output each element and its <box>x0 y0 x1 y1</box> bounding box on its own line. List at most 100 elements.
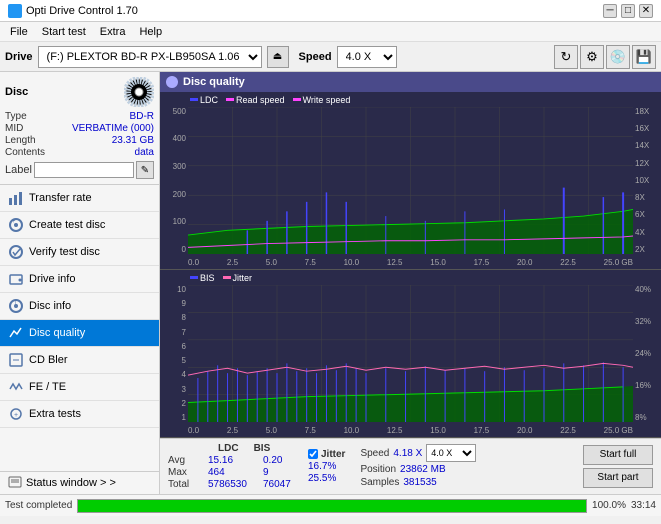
minimize-button[interactable]: ─ <box>603 4 617 18</box>
ldc-label: LDC <box>200 95 218 105</box>
write-speed-dot <box>293 98 301 101</box>
jitter-avg: 16.7% <box>308 461 345 472</box>
bis-label: BIS <box>200 273 215 283</box>
save-button[interactable]: 💾 <box>632 45 656 69</box>
mid-value: VERBATIMe (000) <box>72 123 154 134</box>
menu-help[interactable]: Help <box>133 25 168 39</box>
label-input[interactable] <box>34 162 134 178</box>
content-area: Disc quality LDC Read speed Write speed <box>160 72 661 494</box>
ldc-header: LDC <box>218 443 239 454</box>
maximize-button[interactable]: □ <box>621 4 635 18</box>
settings-button[interactable]: ⚙ <box>580 45 604 69</box>
jitter-legend: Jitter <box>223 273 253 283</box>
jitter-checkbox[interactable] <box>308 449 318 459</box>
chart-icon <box>8 190 24 206</box>
menu-start-test[interactable]: Start test <box>36 25 92 39</box>
read-speed-label: Read speed <box>236 95 285 105</box>
action-buttons: Start full Start part <box>583 445 653 488</box>
jitter-dot <box>223 276 231 279</box>
top-chart-y-right: 18X 16X 14X 12X 10X 8X 6X 4X 2X <box>633 107 661 254</box>
ldc-legend: LDC <box>190 95 218 105</box>
progress-time: 33:14 <box>631 500 656 511</box>
create-disc-icon: + <box>8 217 24 233</box>
samples-label: Samples <box>360 477 399 488</box>
jitter-header-row: Jitter <box>308 449 345 460</box>
label-edit-button[interactable]: ✎ <box>136 161 154 179</box>
sidebar: Disc Type BD-R MID VERBATIMe (000) Lengt… <box>0 72 160 494</box>
titlebar-controls: ─ □ ✕ <box>603 4 653 18</box>
nav-label-create: Create test disc <box>29 219 105 231</box>
disc-title: Disc <box>5 86 28 98</box>
close-button[interactable]: ✕ <box>639 4 653 18</box>
total-bis: 76047 <box>263 479 293 490</box>
eject-button[interactable]: ⏏ <box>267 46 289 68</box>
disc-svg-icon <box>124 77 154 107</box>
speed-value: 4.18 X <box>393 448 422 459</box>
top-chart-area: LDC Read speed Write speed 500 400 300 2… <box>160 92 661 270</box>
bler-icon <box>8 352 24 368</box>
speed-label: Speed <box>360 448 389 459</box>
status-window-icon <box>8 476 22 490</box>
nav-label-cd-bler: CD Bler <box>29 354 68 366</box>
write-speed-legend: Write speed <box>293 95 351 105</box>
sidebar-item-disc-info[interactable]: i Disc info <box>0 293 159 320</box>
ldc-dot <box>190 98 198 101</box>
bottom-chart-svg <box>188 285 633 422</box>
position-value: 23862 MB <box>400 464 446 475</box>
speed-select-stats[interactable]: 4.0 X <box>426 444 476 462</box>
sidebar-item-cd-bler[interactable]: CD Bler <box>0 347 159 374</box>
refresh-button[interactable]: ↻ <box>554 45 578 69</box>
max-ldc: 464 <box>208 467 258 478</box>
top-chart-y-left: 500 400 300 200 100 0 <box>160 107 188 254</box>
disc-type-row: Type BD-R <box>5 111 154 122</box>
menubar: File Start test Extra Help <box>0 22 661 42</box>
sidebar-item-verify[interactable]: Verify test disc <box>0 239 159 266</box>
bis-legend: BIS <box>190 273 215 283</box>
sidebar-item-extra[interactable]: + Extra tests <box>0 401 159 428</box>
disc-header: Disc <box>5 77 154 107</box>
sidebar-item-fe-te[interactable]: FE / TE <box>0 374 159 401</box>
start-part-button[interactable]: Start part <box>583 468 653 488</box>
drivebar: Drive (F:) PLEXTOR BD-R PX-LB950SA 1.06 … <box>0 42 661 72</box>
titlebar: Opti Drive Control 1.70 ─ □ ✕ <box>0 0 661 22</box>
sidebar-item-create-test[interactable]: + Create test disc <box>0 212 159 239</box>
nav-label-drive-info: Drive info <box>29 273 75 285</box>
stats-bar: LDC BIS Avg 15.16 0.20 Max 464 9 Total 5… <box>160 438 661 494</box>
sidebar-item-disc-quality[interactable]: Disc quality <box>0 320 159 347</box>
quality-icon <box>8 325 24 341</box>
avg-bis: 0.20 <box>263 455 293 466</box>
avg-ldc: 15.16 <box>208 455 258 466</box>
speed-row: Speed 4.18 X 4.0 X <box>360 444 476 462</box>
read-speed-dot <box>226 98 234 101</box>
avg-row: Avg 15.16 0.20 <box>168 455 293 466</box>
length-label: Length <box>5 135 36 146</box>
mid-label: MID <box>5 123 23 134</box>
speed-select[interactable]: 4.0 X <box>337 46 397 68</box>
nav-label-transfer: Transfer rate <box>29 192 92 204</box>
drive-select[interactable]: (F:) PLEXTOR BD-R PX-LB950SA 1.06 <box>38 46 262 68</box>
sidebar-item-transfer-rate[interactable]: Transfer rate <box>0 185 159 212</box>
bis-header: BIS <box>254 443 271 454</box>
nav-label-verify: Verify test disc <box>29 246 100 258</box>
type-value: BD-R <box>130 111 154 122</box>
progress-bar-container <box>77 499 587 513</box>
menu-extra[interactable]: Extra <box>94 25 132 39</box>
top-chart-svg <box>188 107 633 254</box>
toolbar-buttons: ↻ ⚙ 💿 💾 <box>554 45 656 69</box>
burn-button[interactable]: 💿 <box>606 45 630 69</box>
progress-bar-fill <box>78 500 586 512</box>
disc-label-row: Label ✎ <box>5 161 154 179</box>
app-title: Opti Drive Control 1.70 <box>26 5 138 17</box>
svg-text:+: + <box>14 412 18 419</box>
stats-speed-pos: Speed 4.18 X 4.0 X Position 23862 MB Sam… <box>360 444 476 488</box>
extra-icon: + <box>8 406 24 422</box>
menu-file[interactable]: File <box>4 25 34 39</box>
position-row: Position 23862 MB <box>360 464 476 475</box>
nav-label-fe-te: FE / TE <box>29 381 66 393</box>
total-ldc: 5786530 <box>208 479 258 490</box>
status-window-button[interactable]: Status window > > <box>0 471 159 494</box>
drive-label: Drive <box>5 51 33 63</box>
jitter-max: 25.5% <box>308 473 345 484</box>
start-full-button[interactable]: Start full <box>583 445 653 465</box>
sidebar-item-drive-info[interactable]: Drive info <box>0 266 159 293</box>
